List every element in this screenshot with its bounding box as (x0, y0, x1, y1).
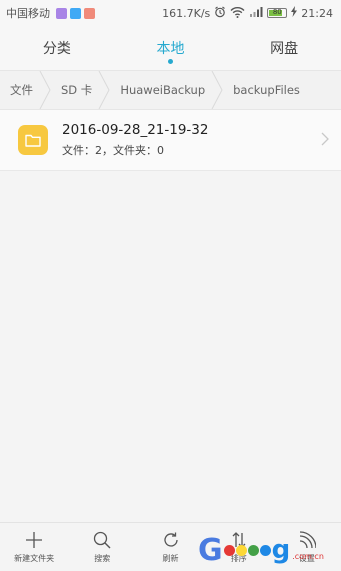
clock-time: 21:24 (301, 6, 333, 20)
breadcrumb-separator-icon (98, 71, 110, 109)
carrier-name: 中国移动 (6, 7, 50, 20)
breadcrumb-item-sd-card[interactable]: SD 卡 (51, 71, 98, 109)
toolbar-label: 新建文件夹 (14, 553, 55, 563)
tab-cloud-drive[interactable]: 网盘 (227, 26, 341, 70)
watermark-logo: G g .com.cn (198, 530, 338, 570)
tab-label: 分类 (42, 41, 71, 57)
breadcrumb-item-files[interactable]: 文件 (0, 71, 39, 109)
active-tab-indicator (168, 59, 173, 64)
search-icon (94, 531, 111, 548)
breadcrumb-item-huaweibackup[interactable]: HuaweiBackup (110, 71, 211, 109)
file-meta: 文件：2，文件夹：0 (62, 144, 164, 157)
folder-icon (18, 125, 48, 155)
watermark-suffix: .com.cn (292, 551, 324, 561)
alarm-icon (214, 6, 226, 21)
chevron-right-icon (321, 132, 329, 146)
tab-label: 网盘 (270, 41, 299, 57)
breadcrumb-separator-icon (39, 71, 51, 109)
charging-icon (291, 6, 298, 20)
file-list: 2016-09-28_21-19-32 文件：2，文件夹：0 (0, 110, 341, 171)
wifi-icon (230, 6, 245, 21)
list-item[interactable]: 2016-09-28_21-19-32 文件：2，文件夹：0 (0, 110, 341, 171)
battery-icon: 80 (267, 8, 288, 18)
watermark-dot (259, 544, 271, 556)
file-name: 2016-09-28_21-19-32 (62, 122, 209, 138)
refresh-button[interactable]: 刷新 (136, 523, 204, 571)
plus-icon (26, 531, 43, 548)
toolbar-label: 刷新 (162, 553, 179, 563)
watermark-dot (247, 544, 259, 556)
new-folder-button[interactable]: 新建文件夹 (0, 523, 68, 571)
watermark-dot (223, 544, 235, 556)
notification-app-icon (70, 7, 81, 19)
tab-label: 本地 (156, 41, 185, 57)
signal-icon (249, 6, 263, 21)
watermark-tail: g (271, 535, 291, 565)
toolbar-label: 搜索 (94, 553, 111, 563)
status-bar: 中国移动 161.7K/s 80 21:24 (0, 0, 341, 26)
watermark-letter: G (198, 532, 223, 568)
network-speed: 161.7K/s (162, 6, 211, 20)
breadcrumb: 文件 SD 卡 HuaweiBackup backupFiles (0, 70, 341, 110)
top-tabs: 分类 本地 网盘 (0, 26, 341, 70)
refresh-icon (163, 532, 178, 547)
battery-level-text: 80 (272, 8, 282, 16)
breadcrumb-separator-icon (211, 71, 223, 109)
breadcrumb-item-backupfiles[interactable]: backupFiles (223, 71, 306, 109)
watermark-dot (235, 544, 247, 556)
search-button[interactable]: 搜索 (68, 523, 136, 571)
notification-app-icon (56, 7, 67, 19)
tab-local[interactable]: 本地 (114, 26, 228, 70)
tab-category[interactable]: 分类 (0, 26, 114, 70)
notification-app-icon (84, 7, 95, 19)
